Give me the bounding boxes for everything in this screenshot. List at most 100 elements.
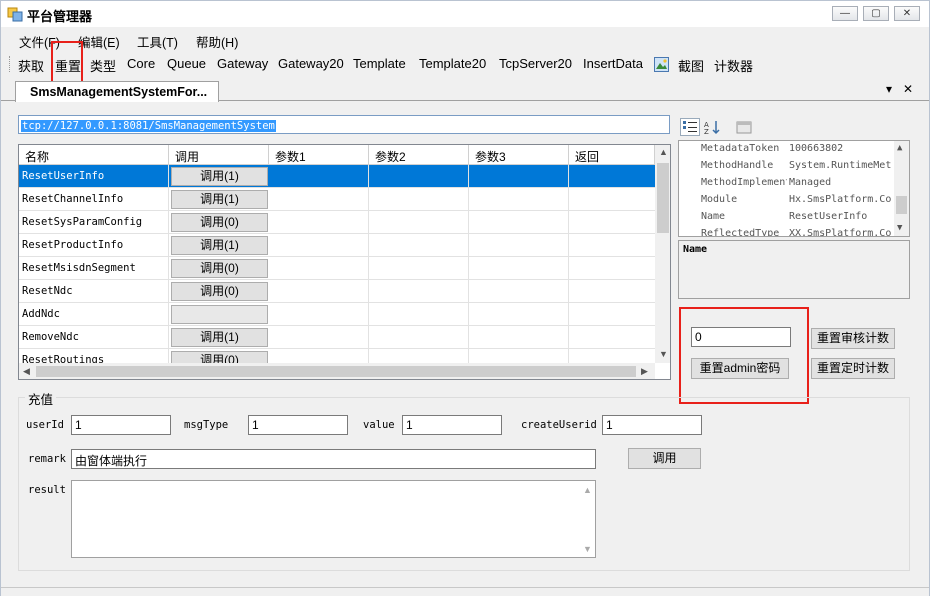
row-param1[interactable] bbox=[269, 165, 369, 188]
property-value[interactable]: Hx.SmsPlatform.Co bbox=[789, 194, 893, 205]
toolbar-queue[interactable]: Queue bbox=[167, 56, 206, 71]
row-param3[interactable] bbox=[469, 234, 569, 257]
reset-admin-password-button[interactable]: 重置admin密码 bbox=[691, 358, 789, 379]
value-field[interactable]: 1 bbox=[402, 415, 502, 435]
grid-horizontal-thumb[interactable] bbox=[36, 366, 636, 377]
toolbar-template[interactable]: Template bbox=[353, 56, 406, 71]
toolbar-grip[interactable] bbox=[9, 56, 12, 72]
property-row[interactable]: ReflectedType XX.SmsPlatform.Co bbox=[679, 226, 894, 236]
toolbar-fetch[interactable]: 获取 bbox=[18, 56, 44, 75]
column-header-call[interactable]: 调用 bbox=[169, 145, 269, 165]
property-row[interactable]: Name ResetUserInfo bbox=[679, 209, 894, 226]
menu-edit[interactable]: 编辑(E) bbox=[78, 32, 120, 51]
column-header-param2[interactable]: 参数2 bbox=[369, 145, 469, 165]
row-call-button[interactable]: 调用(0) bbox=[171, 259, 268, 278]
row-call-button[interactable] bbox=[171, 305, 268, 324]
row-param2[interactable] bbox=[369, 211, 469, 234]
scroll-down-icon[interactable]: ▼ bbox=[659, 349, 668, 359]
row-param1[interactable] bbox=[269, 211, 369, 234]
row-call-button[interactable]: 调用(1) bbox=[171, 190, 268, 209]
toolbar-gateway[interactable]: Gateway bbox=[217, 56, 268, 71]
table-row[interactable]: RemoveNdc 调用(1) bbox=[19, 326, 655, 349]
row-param1[interactable] bbox=[269, 188, 369, 211]
method-grid[interactable]: 名称 调用 参数1 参数2 参数3 返回 ResetUserInfo 调用(1)… bbox=[18, 144, 671, 380]
row-param2[interactable] bbox=[369, 303, 469, 326]
row-param3[interactable] bbox=[469, 211, 569, 234]
row-param2[interactable] bbox=[369, 280, 469, 303]
scroll-down-icon[interactable]: ▼ bbox=[583, 544, 592, 554]
row-param1[interactable] bbox=[269, 234, 369, 257]
row-param3[interactable] bbox=[469, 257, 569, 280]
row-param1[interactable] bbox=[269, 257, 369, 280]
row-param3[interactable] bbox=[469, 303, 569, 326]
row-param3[interactable] bbox=[469, 188, 569, 211]
toolbar-gateway20[interactable]: Gateway20 bbox=[278, 56, 344, 71]
scroll-up-icon[interactable]: ▲ bbox=[897, 143, 902, 153]
recharge-call-button[interactable]: 调用 bbox=[628, 448, 701, 469]
table-row[interactable]: ResetProductInfo 调用(1) bbox=[19, 234, 655, 257]
scroll-up-icon[interactable]: ▲ bbox=[583, 485, 592, 495]
property-grid[interactable]: MetadataToken 100663802 MethodHandle Sys… bbox=[678, 140, 910, 237]
column-header-name[interactable]: 名称 bbox=[19, 145, 169, 165]
row-param3[interactable] bbox=[469, 326, 569, 349]
row-call-button[interactable]: 调用(0) bbox=[171, 282, 268, 301]
property-value[interactable]: System.RuntimeMet bbox=[789, 160, 893, 171]
property-row[interactable]: MethodImplementation Managed bbox=[679, 175, 894, 192]
column-header-param1[interactable]: 参数1 bbox=[269, 145, 369, 165]
table-row[interactable]: AddNdc bbox=[19, 303, 655, 326]
reset-timer-count-button[interactable]: 重置定时计数 bbox=[811, 358, 895, 379]
row-param2[interactable] bbox=[369, 326, 469, 349]
alphabetical-icon[interactable]: AZ bbox=[702, 118, 722, 136]
toolbar-template20[interactable]: Template20 bbox=[419, 56, 486, 71]
minimize-button[interactable]: — bbox=[832, 6, 858, 21]
toolbar-type[interactable]: 类型 bbox=[90, 56, 116, 75]
table-row[interactable]: ResetMsisdnSegment 调用(0) bbox=[19, 257, 655, 280]
screenshot-icon[interactable] bbox=[654, 57, 669, 72]
property-value[interactable]: Managed bbox=[789, 177, 893, 188]
toolbar-insertdata[interactable]: InsertData bbox=[583, 56, 643, 71]
remark-field[interactable]: 由窗体端执行 bbox=[71, 449, 596, 469]
toolbar-core[interactable]: Core bbox=[127, 56, 155, 71]
menu-help[interactable]: 帮助(H) bbox=[196, 32, 238, 51]
tab-dropdown-icon[interactable]: ▾ bbox=[886, 82, 892, 96]
menu-tools[interactable]: 工具(T) bbox=[137, 32, 178, 51]
reset-audit-count-button[interactable]: 重置审核计数 bbox=[811, 328, 895, 349]
row-param2[interactable] bbox=[369, 165, 469, 188]
scroll-down-icon[interactable]: ▼ bbox=[897, 223, 902, 233]
toolbar-screenshot[interactable]: 截图 bbox=[678, 56, 704, 75]
msgtype-field[interactable]: 1 bbox=[248, 415, 348, 435]
table-row[interactable]: ResetSysParamConfig 调用(0) bbox=[19, 211, 655, 234]
tab-close-icon[interactable]: ✕ bbox=[903, 82, 913, 96]
grid-vertical-scrollbar[interactable]: ▲ ▼ bbox=[655, 145, 670, 363]
column-header-return[interactable]: 返回 bbox=[569, 145, 655, 165]
result-textarea[interactable]: ▲ ▼ bbox=[71, 480, 596, 558]
toolbar-counter[interactable]: 计数器 bbox=[714, 56, 753, 75]
maximize-button[interactable]: ▢ bbox=[863, 6, 889, 21]
row-param2[interactable] bbox=[369, 234, 469, 257]
column-header-param3[interactable]: 参数3 bbox=[469, 145, 569, 165]
property-row[interactable]: MethodHandle System.RuntimeMet bbox=[679, 158, 894, 175]
scroll-left-icon[interactable]: ◀ bbox=[23, 366, 30, 377]
row-call-button[interactable]: 调用(1) bbox=[171, 328, 268, 347]
row-param2[interactable] bbox=[369, 257, 469, 280]
table-row[interactable]: ResetChannelInfo 调用(1) bbox=[19, 188, 655, 211]
close-button[interactable]: ✕ bbox=[894, 6, 920, 21]
property-scrollbar[interactable]: ▲ ▼ bbox=[894, 141, 909, 236]
userid-field[interactable]: 1 bbox=[71, 415, 171, 435]
property-row[interactable]: Module Hx.SmsPlatform.Co bbox=[679, 192, 894, 209]
property-value[interactable]: 100663802 bbox=[789, 143, 893, 154]
grid-horizontal-scrollbar[interactable]: ◀ ▶ bbox=[19, 363, 655, 379]
grid-vertical-thumb[interactable] bbox=[657, 163, 669, 233]
row-param1[interactable] bbox=[269, 280, 369, 303]
property-pages-icon[interactable] bbox=[734, 118, 754, 136]
categorized-icon[interactable] bbox=[680, 118, 700, 136]
property-value[interactable]: ResetUserInfo bbox=[789, 211, 893, 222]
row-param1[interactable] bbox=[269, 303, 369, 326]
table-row[interactable]: ResetNdc 调用(0) bbox=[19, 280, 655, 303]
createuserid-field[interactable]: 1 bbox=[602, 415, 702, 435]
row-param3[interactable] bbox=[469, 280, 569, 303]
row-call-button[interactable]: 调用(1) bbox=[171, 236, 268, 255]
row-call-button[interactable]: 调用(1) bbox=[171, 167, 268, 186]
scroll-right-icon[interactable]: ▶ bbox=[641, 366, 648, 377]
scroll-up-icon[interactable]: ▲ bbox=[659, 147, 668, 157]
